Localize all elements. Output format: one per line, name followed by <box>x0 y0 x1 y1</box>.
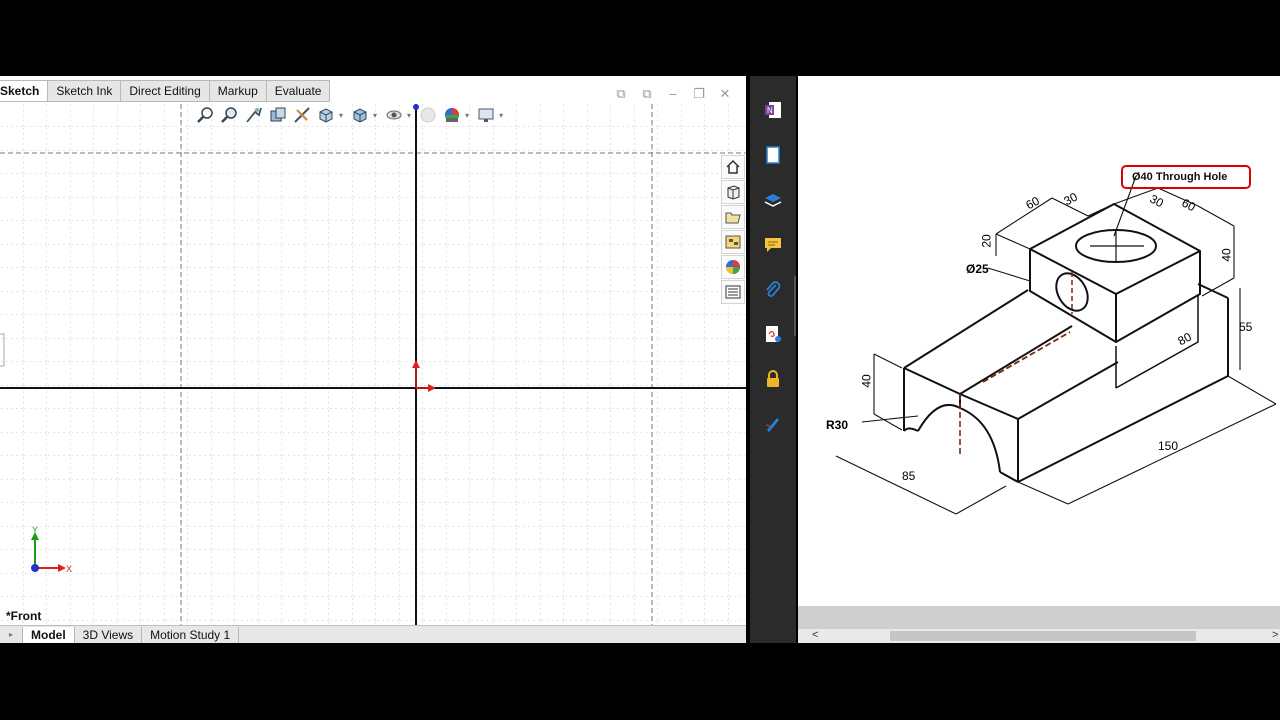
scroll-right-icon[interactable]: > <box>1272 629 1278 641</box>
graphics-area[interactable] <box>0 104 746 626</box>
tab-3d-views[interactable]: 3D Views <box>75 626 143 643</box>
hide-show-items-icon[interactable] <box>383 104 405 126</box>
page-thumbnails-icon[interactable] <box>761 143 785 167</box>
reference-triad: Y X <box>31 525 72 574</box>
chevron-down-icon[interactable]: ▾ <box>465 111 469 120</box>
restore-icon[interactable]: ❐ <box>690 86 708 102</box>
cad-window: Sketch Sketch Ink Direct Editing Markup … <box>0 76 746 643</box>
apply-scene-icon[interactable] <box>441 104 463 126</box>
triad-x-label: X <box>66 564 72 574</box>
design-library-icon[interactable] <box>721 180 745 204</box>
previous-view-icon[interactable] <box>243 104 265 126</box>
minimize-icon[interactable]: – <box>664 86 682 102</box>
tile-right-icon[interactable]: ⧉ <box>638 86 656 102</box>
dim-length-150: 150 <box>1158 439 1179 453</box>
dim-left-40: 40 <box>859 374 874 388</box>
scrollbar-thumb[interactable] <box>890 631 1196 641</box>
model-tab-bar: ▸ Model 3D Views Motion Study 1 <box>0 625 746 643</box>
signature-icon[interactable] <box>761 322 785 346</box>
onenote-icon[interactable]: N <box>761 98 785 122</box>
dim-hole-25: Ø25 <box>966 262 989 276</box>
home-icon[interactable] <box>721 155 745 179</box>
section-view-icon[interactable] <box>267 104 289 126</box>
tab-model[interactable]: Model <box>23 626 75 643</box>
sketch-grid <box>0 104 746 626</box>
custom-properties-icon[interactable] <box>721 280 745 304</box>
dim-width-85: 85 <box>902 469 916 483</box>
callout-text: Ø40 Through Hole <box>1132 171 1228 183</box>
layers-icon[interactable] <box>761 188 785 212</box>
chevron-down-icon[interactable]: ▾ <box>499 111 503 120</box>
scroll-left-icon[interactable]: < <box>812 629 818 641</box>
tile-left-icon[interactable]: ⧉ <box>612 86 630 102</box>
chevron-down-icon[interactable]: ▾ <box>339 111 343 120</box>
lock-icon[interactable] <box>761 367 785 391</box>
svg-text:N: N <box>767 106 773 115</box>
dim-boss-20: 20 <box>979 234 994 248</box>
tab-motion-study-1[interactable]: Motion Study 1 <box>142 626 240 643</box>
comments-icon[interactable] <box>761 233 785 257</box>
display-style-icon[interactable] <box>349 104 371 126</box>
attachments-icon[interactable] <box>761 278 785 302</box>
horizontal-scrollbar[interactable]: < > <box>798 629 1280 643</box>
task-pane-tabs <box>721 155 745 304</box>
heads-up-view-toolbar: ▾ ▾ ▾ ▾ ▾ <box>195 104 507 126</box>
ribbon-tab-bar: Sketch Sketch Ink Direct Editing Markup … <box>0 80 331 102</box>
appearances-icon[interactable] <box>721 255 745 279</box>
tab-sketch[interactable]: Sketch <box>0 80 49 102</box>
pdf-tools-sidebar: N <box>750 76 796 643</box>
view-orientation-icon[interactable] <box>315 104 337 126</box>
tab-sketch-ink[interactable]: Sketch Ink <box>48 80 122 102</box>
view-palette-icon[interactable] <box>721 230 745 254</box>
zoom-to-fit-icon[interactable] <box>195 104 217 126</box>
dim-height-55: 55 <box>1239 320 1253 334</box>
triad-y-label: Y <box>32 525 38 535</box>
tab-markup[interactable]: Markup <box>209 80 267 102</box>
edit-appearance-icon[interactable] <box>417 104 439 126</box>
chevron-down-icon[interactable]: ▾ <box>373 111 377 120</box>
close-icon[interactable]: ✕ <box>716 86 734 102</box>
chevron-down-icon[interactable]: ▾ <box>407 111 411 120</box>
view-settings-icon[interactable] <box>475 104 497 126</box>
dynamic-annotation-icon[interactable] <box>291 104 313 126</box>
sidebar-splitter[interactable] <box>794 276 796 336</box>
dim-radius-r30: R30 <box>826 418 849 432</box>
tab-scroll-icon[interactable]: ▸ <box>0 626 23 643</box>
window-controls: ⧉ ⧉ – ❐ ✕ <box>612 86 734 102</box>
dim-boss-40: 40 <box>1219 248 1234 262</box>
tab-direct-editing[interactable]: Direct Editing <box>121 80 210 102</box>
pdf-page-gap <box>798 606 1280 629</box>
file-explorer-icon[interactable] <box>721 205 745 229</box>
fill-sign-icon[interactable] <box>761 412 785 436</box>
zoom-to-area-icon[interactable] <box>219 104 241 126</box>
tab-evaluate[interactable]: Evaluate <box>266 80 331 102</box>
pdf-page: Ø40 Through Hole 60 30 30 60 20 40 Ø25 5… <box>798 76 1280 606</box>
isometric-drawing <box>835 165 1277 515</box>
view-orientation-label: *Front <box>6 609 42 623</box>
